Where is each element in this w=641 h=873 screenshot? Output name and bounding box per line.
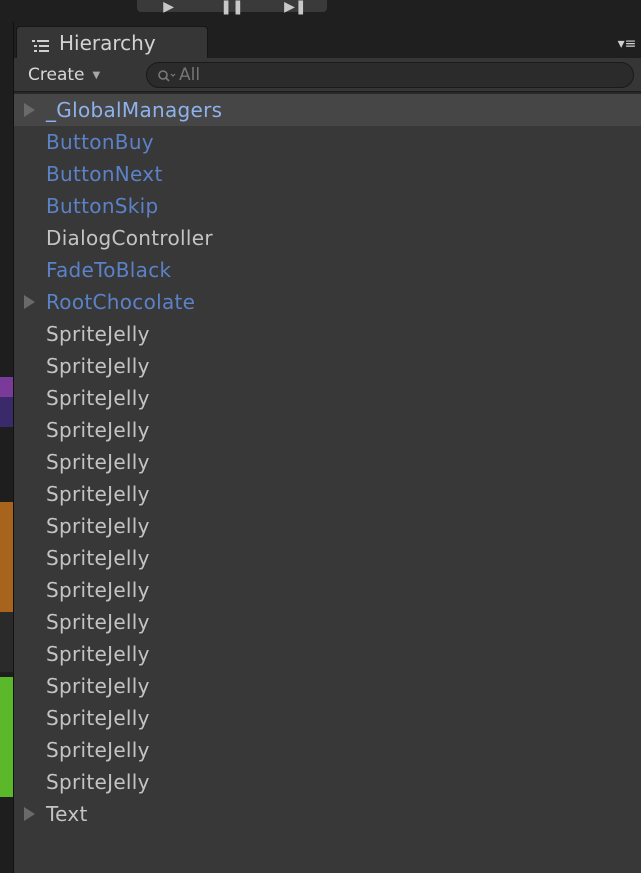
scene-color-patch	[0, 377, 13, 397]
hierarchy-item[interactable]: SpriteJelly	[14, 542, 641, 574]
hierarchy-item-label: Text	[46, 802, 88, 826]
hierarchy-item[interactable]: SpriteJelly	[14, 734, 641, 766]
hierarchy-item-label: SpriteJelly	[46, 738, 150, 762]
hierarchy-item[interactable]: SpriteJelly	[14, 446, 641, 478]
hierarchy-item[interactable]: SpriteJelly	[14, 574, 641, 606]
play-button[interactable]: ▶	[144, 0, 194, 15]
hierarchy-item[interactable]: SpriteJelly	[14, 318, 641, 350]
hierarchy-item-label: _GlobalManagers	[46, 98, 223, 122]
hierarchy-item[interactable]: SpriteJelly	[14, 510, 641, 542]
expand-arrow-icon[interactable]	[24, 103, 35, 117]
hierarchy-item[interactable]: RootChocolate	[14, 286, 641, 318]
hierarchy-item-label: ButtonNext	[46, 162, 163, 186]
hierarchy-item[interactable]: ButtonSkip	[14, 190, 641, 222]
hierarchy-item-label: ButtonSkip	[46, 194, 159, 218]
hierarchy-item-label: SpriteJelly	[46, 482, 150, 506]
hierarchy-item-label: SpriteJelly	[46, 450, 150, 474]
hierarchy-item-label: SpriteJelly	[46, 546, 150, 570]
hierarchy-item[interactable]: Text	[14, 798, 641, 830]
scene-view-edge	[0, 22, 14, 873]
chevron-down-icon: ▼	[92, 69, 101, 81]
hierarchy-item[interactable]: SpriteJelly	[14, 478, 641, 510]
hierarchy-item[interactable]: SpriteJelly	[14, 606, 641, 638]
hierarchy-item-label: SpriteJelly	[46, 770, 150, 794]
step-button[interactable]: ▶❚	[270, 0, 320, 15]
hierarchy-item[interactable]: SpriteJelly	[14, 382, 641, 414]
hierarchy-item-label: SpriteJelly	[46, 514, 150, 538]
hierarchy-item-label: SpriteJelly	[46, 674, 150, 698]
search-input[interactable]	[179, 65, 579, 85]
hierarchy-item[interactable]: DialogController	[14, 222, 641, 254]
scene-color-patch	[0, 677, 13, 797]
hierarchy-item[interactable]: FadeToBlack	[14, 254, 641, 286]
scene-color-patch	[0, 397, 13, 427]
scene-color-patch	[0, 502, 13, 612]
pause-button[interactable]: ❚❚	[207, 0, 257, 15]
expand-arrow-icon[interactable]	[24, 295, 35, 309]
hierarchy-toolbar: Create ▼	[14, 58, 641, 92]
hierarchy-item-label: DialogController	[46, 226, 213, 250]
hierarchy-item-label: SpriteJelly	[46, 322, 150, 346]
pause-icon: ❚❚	[220, 0, 244, 15]
play-toolbar: ▶ ❚❚ ▶❚	[0, 0, 641, 22]
hierarchy-item-label: SpriteJelly	[46, 418, 150, 442]
create-label: Create	[28, 65, 85, 85]
hierarchy-item-label: SpriteJelly	[46, 610, 150, 634]
hierarchy-item-label: RootChocolate	[46, 290, 196, 314]
hierarchy-item[interactable]: SpriteJelly	[14, 766, 641, 798]
play-icon: ▶	[163, 0, 175, 15]
hierarchy-item-label: SpriteJelly	[46, 642, 150, 666]
panel-menu-icon[interactable]: ▾≡	[613, 36, 641, 52]
hierarchy-tree: _GlobalManagers ButtonBuy ButtonNext Button…	[14, 94, 641, 873]
step-icon: ▶❚	[284, 0, 307, 15]
hierarchy-item-label: FadeToBlack	[46, 258, 172, 282]
window-tab-bar: Hierarchy ▾≡	[14, 22, 641, 58]
hierarchy-list-icon	[31, 35, 51, 52]
unity-editor-hierarchy-window: ▶ ❚❚ ▶❚ Hierarchy ▾≡ Create ▼ All _Globa…	[0, 0, 641, 873]
hierarchy-item-label: SpriteJelly	[46, 386, 150, 410]
hierarchy-item-label: ButtonBuy	[46, 130, 154, 154]
tab-hierarchy[interactable]: Hierarchy	[16, 26, 208, 58]
hierarchy-item[interactable]: SpriteJelly	[14, 702, 641, 734]
hierarchy-item[interactable]: _GlobalManagers	[14, 94, 641, 126]
hierarchy-item[interactable]: SpriteJelly	[14, 350, 641, 382]
hierarchy-item[interactable]: SpriteJelly	[14, 670, 641, 702]
hierarchy-item-label: SpriteJelly	[46, 578, 150, 602]
scene-color-patch	[0, 612, 13, 672]
search-field[interactable]	[146, 62, 634, 88]
hierarchy-item[interactable]: SpriteJelly	[14, 414, 641, 446]
search-icon	[157, 68, 177, 82]
hierarchy-item-label: SpriteJelly	[46, 706, 150, 730]
play-controls: ▶ ❚❚ ▶❚	[137, 0, 327, 15]
expand-arrow-icon[interactable]	[24, 807, 35, 821]
create-dropdown-button[interactable]: Create ▼	[28, 64, 100, 86]
hierarchy-item[interactable]: SpriteJelly	[14, 638, 641, 670]
hierarchy-item-label: SpriteJelly	[46, 354, 150, 378]
tab-title: Hierarchy	[59, 30, 156, 55]
hierarchy-item[interactable]: ButtonBuy	[14, 126, 641, 158]
hierarchy-item[interactable]: ButtonNext	[14, 158, 641, 190]
